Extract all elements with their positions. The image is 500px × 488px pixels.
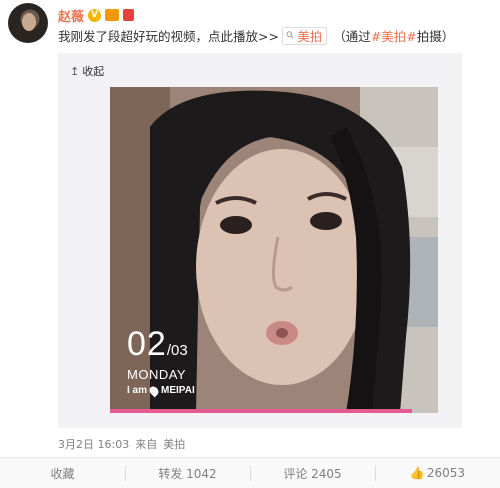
video-link-label: 美拍 — [297, 29, 323, 44]
action-bar: 收藏 转发 1042 评论 2405 👍 26053 — [0, 457, 500, 488]
crown-badge-icon[interactable] — [105, 9, 120, 21]
post-body: 我刚发了段超好玩的视频，点此播放>> — [58, 29, 279, 44]
overlay-weekday: MONDAY — [127, 367, 187, 382]
source-link[interactable]: 美拍 — [163, 436, 185, 452]
video-frame — [110, 87, 438, 413]
comment-button[interactable]: 评论 2405 — [250, 458, 375, 488]
post-text: 我刚发了段超好玩的视频，点此播放>> ⚲ 美拍 （通过 #美拍# 拍摄） — [58, 26, 454, 45]
overlay-date-month: /03 — [166, 342, 188, 359]
thumbs-up-icon: 👍 — [409, 466, 425, 480]
topic-link[interactable]: #美拍# — [371, 26, 417, 45]
like-button[interactable]: 👍 26053 — [375, 458, 500, 488]
username[interactable]: 赵薇 — [58, 6, 84, 25]
media-box: ↥ 收起 02/03 MONDAY I am MEIPAI — [58, 53, 462, 428]
overlay-brand-name: MEIPAI — [161, 385, 195, 396]
favorite-label: 收藏 — [50, 466, 75, 481]
arrow-up-icon: ↥ — [70, 64, 80, 78]
overlay-brand-prefix: I am — [127, 385, 148, 396]
post-meta: 3月2日 16:03 来自 美拍 — [58, 436, 185, 452]
source-prefix: 来自 — [135, 438, 158, 451]
post-timestamp[interactable]: 3月2日 16:03 — [58, 436, 129, 452]
red-badge-icon[interactable] — [123, 9, 135, 21]
like-count: 26053 — [426, 466, 466, 480]
comment-label: 评论 2405 — [283, 466, 342, 481]
collapse-label: 收起 — [82, 65, 105, 78]
repost-label: 转发 1042 — [158, 466, 217, 481]
verified-icon[interactable]: V — [88, 8, 102, 22]
overlay-brand: I am MEIPAI — [127, 384, 195, 397]
collapse-button[interactable]: ↥ 收起 — [70, 63, 104, 79]
via-prefix: （通过 — [333, 29, 371, 44]
overlay-date: 02/03 — [127, 325, 188, 364]
video-progress-bar[interactable] — [110, 409, 412, 413]
location-pin-icon — [147, 384, 161, 397]
link-icon: ⚲ — [284, 29, 298, 42]
user-row: 赵薇 V — [58, 6, 135, 25]
overlay-date-day: 02 — [127, 325, 167, 363]
video-link[interactable]: ⚲ 美拍 — [281, 26, 328, 45]
favorite-button[interactable]: 收藏 — [0, 458, 125, 488]
avatar[interactable] — [8, 3, 48, 43]
video-player[interactable]: 02/03 MONDAY I am MEIPAI — [110, 87, 438, 413]
repost-button[interactable]: 转发 1042 — [125, 458, 250, 488]
via-suffix: 拍摄） — [416, 29, 455, 44]
